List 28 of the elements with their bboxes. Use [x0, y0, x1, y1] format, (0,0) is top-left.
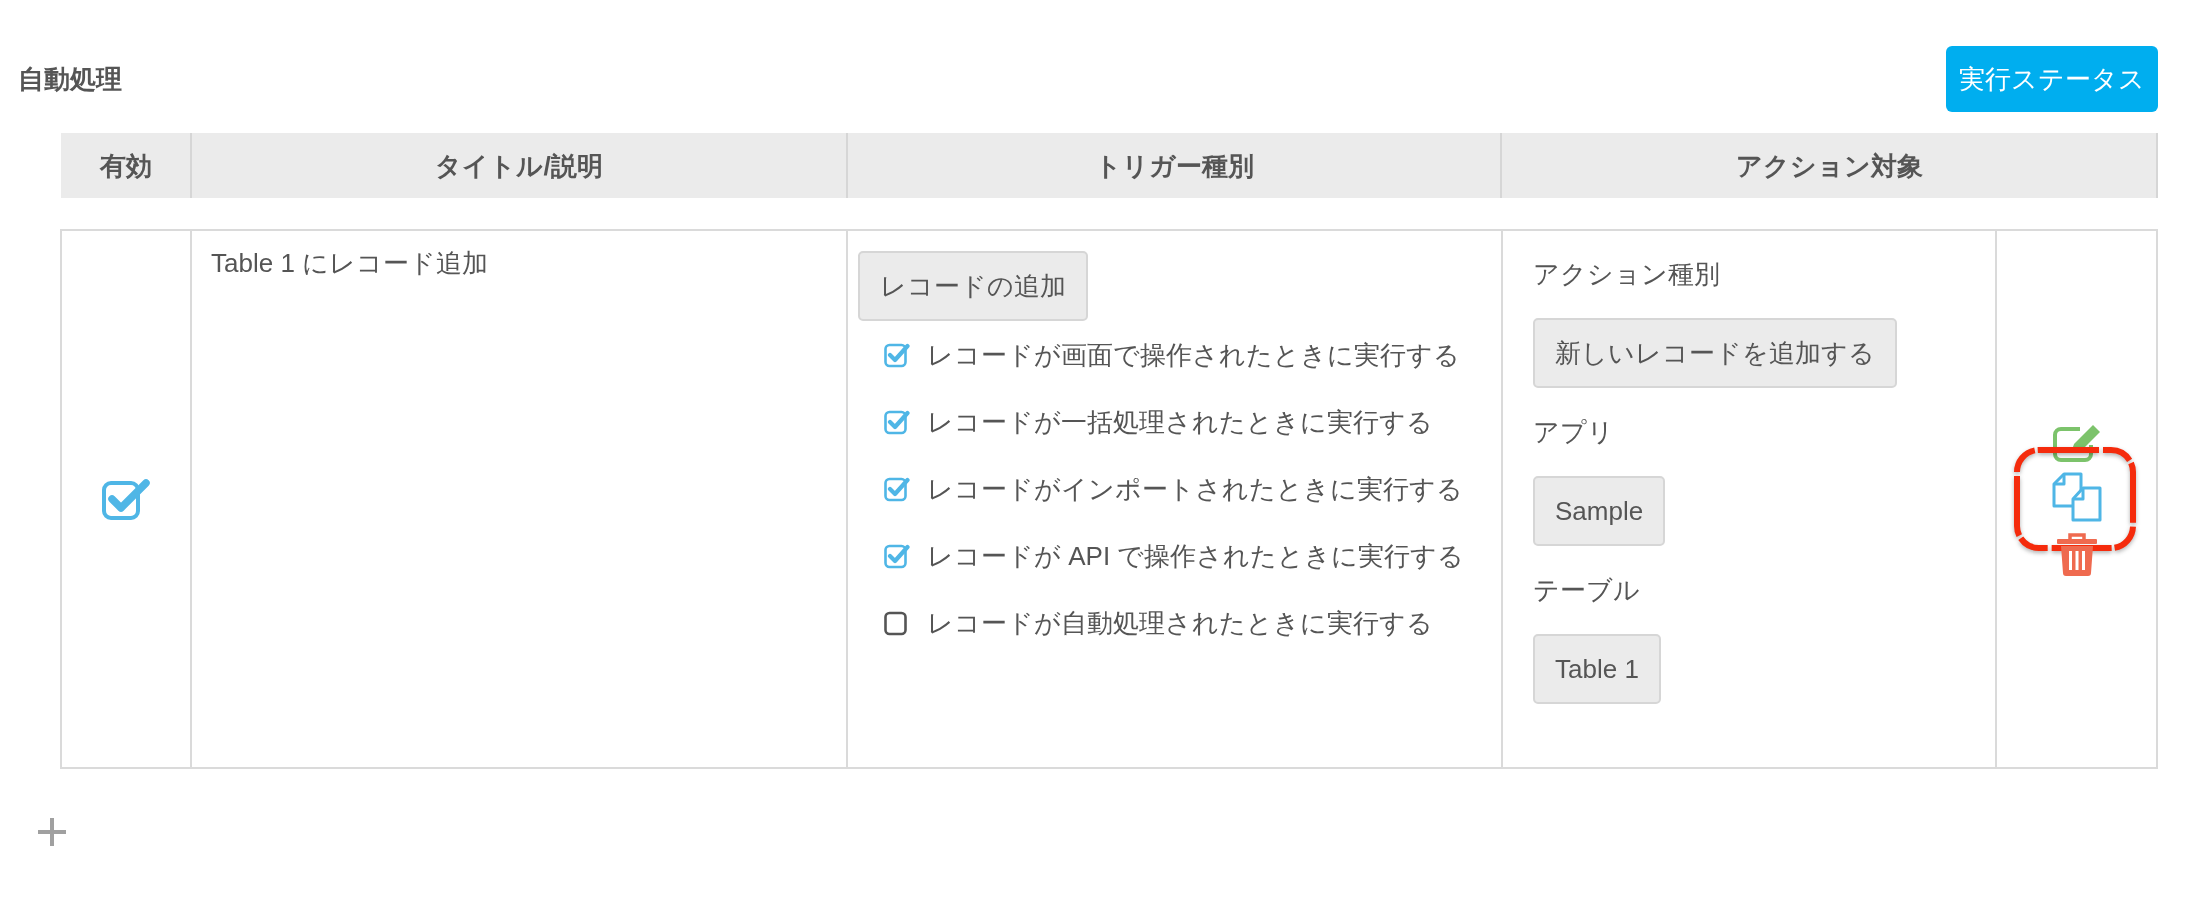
- checkbox[interactable]: [884, 341, 910, 368]
- checkbox-label: レコードが API で操作されたときに実行する: [927, 539, 1465, 573]
- edit-icon[interactable]: [2051, 422, 2102, 462]
- trigger-type-button[interactable]: レコードの追加: [858, 251, 1088, 321]
- checkbox-label: レコードが画面で操作されたときに実行する: [927, 338, 1460, 372]
- column-header: アクション対象: [1502, 133, 2158, 198]
- column-header: 有効: [61, 133, 192, 198]
- value-button[interactable]: 新しいレコードを追加する: [1533, 318, 1897, 388]
- value-button[interactable]: Sample: [1533, 476, 1666, 546]
- checkbox[interactable]: [884, 475, 910, 502]
- trash-icon[interactable]: [2056, 532, 2097, 576]
- checkbox[interactable]: [884, 609, 910, 636]
- add-icon[interactable]: [38, 818, 66, 846]
- column-header: トリガー種別: [848, 133, 1502, 198]
- section-title: 自動処理: [18, 63, 122, 96]
- column-header: タイトル/説明: [192, 133, 848, 198]
- checkbox[interactable]: [884, 408, 910, 435]
- checkbox-label: レコードが自動処理されたときに実行する: [927, 606, 1433, 640]
- checkbox[interactable]: [102, 478, 150, 520]
- checkbox-label: レコードが一括処理されたときに実行する: [927, 405, 1433, 439]
- field-label: アクション種別: [1533, 258, 1720, 291]
- checkbox[interactable]: [884, 542, 910, 569]
- copy-icon[interactable]: [2051, 472, 2102, 522]
- field-label: アプリ: [1533, 416, 1614, 449]
- field-label: テーブル: [1533, 574, 1640, 607]
- rule-title: Table 1 にレコード追加: [211, 248, 489, 278]
- value-button[interactable]: Table 1: [1533, 634, 1661, 704]
- checkbox-label: レコードがインポートされたときに実行する: [927, 472, 1463, 506]
